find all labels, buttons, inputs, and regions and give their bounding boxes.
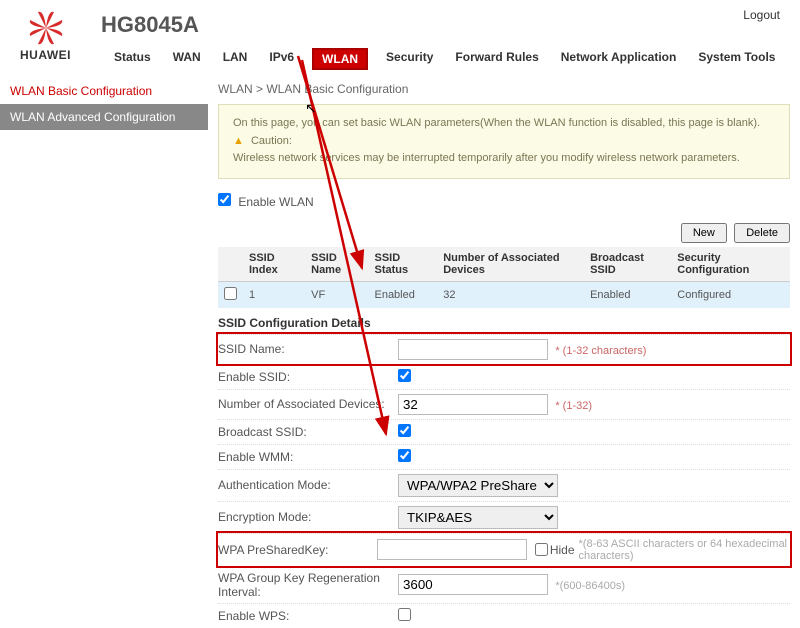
sidebar-wlan-advanced[interactable]: WLAN Advanced Configuration	[0, 104, 208, 130]
col-assoc-devices: Number of Associated Devices	[437, 247, 584, 282]
enable-wps-label: Enable WPS:	[218, 609, 398, 623]
cursor-icon: ↖	[305, 100, 317, 117]
warning-icon: ▲	[233, 135, 244, 147]
cell-security: Configured	[671, 281, 790, 308]
col-select	[218, 247, 243, 282]
new-button[interactable]: New	[681, 223, 727, 243]
table-row[interactable]: 1 VF Enabled 32 Enabled Configured	[218, 281, 790, 308]
wpa-psk-label: WPA PreSharedKey:	[218, 543, 377, 557]
logout-link[interactable]: Logout	[743, 8, 780, 22]
wpa-regen-hint: *(600-86400s)	[555, 580, 625, 592]
enable-wlan-label: Enable WLAN	[238, 195, 313, 209]
enable-ssid-checkbox[interactable]	[398, 369, 411, 382]
assoc-hint: * (1-32)	[555, 400, 592, 412]
enable-wlan-checkbox[interactable]	[218, 193, 231, 206]
delete-button[interactable]: Delete	[734, 223, 790, 243]
cell-broadcast: Enabled	[584, 281, 671, 308]
enable-ssid-label: Enable SSID:	[218, 370, 398, 384]
enc-mode-label: Encryption Mode:	[218, 510, 398, 524]
row-select-checkbox[interactable]	[224, 287, 237, 300]
cell-ssid-index: 1	[243, 281, 305, 308]
col-security-config: Security Configuration	[671, 247, 790, 282]
note-line1: On this page, you can set basic WLAN par…	[233, 115, 775, 133]
ssid-name-input[interactable]	[398, 339, 548, 360]
hide-label: Hide	[550, 543, 575, 557]
cell-ssid-name: VF	[305, 281, 368, 308]
col-ssid-index: SSID Index	[243, 247, 305, 282]
ssid-name-hint: * (1-32 characters)	[555, 345, 646, 357]
device-model: HG8045A	[101, 12, 199, 38]
auth-mode-label: Authentication Mode:	[218, 478, 398, 492]
auth-mode-select[interactable]: WPA/WPA2 PreSharedKey	[398, 474, 558, 497]
wpa-regen-label: WPA Group Key Regeneration Interval:	[218, 571, 398, 599]
breadcrumb: WLAN > WLAN Basic Configuration	[218, 78, 790, 104]
wpa-psk-input[interactable]	[377, 539, 527, 560]
caution-box: On this page, you can set basic WLAN par…	[218, 104, 790, 179]
caution-label: Caution:	[251, 135, 292, 147]
cell-ssid-status: Enabled	[368, 281, 437, 308]
ssid-table: SSID Index SSID Name SSID Status Number …	[218, 247, 790, 308]
wpa-regen-input[interactable]	[398, 574, 548, 595]
broadcast-ssid-checkbox[interactable]	[398, 424, 411, 437]
assoc-devices-input[interactable]	[398, 394, 548, 415]
broadcast-ssid-label: Broadcast SSID:	[218, 425, 398, 439]
enable-wmm-checkbox[interactable]	[398, 449, 411, 462]
note-line2: Wireless network services may be interru…	[233, 150, 775, 168]
sidebar-wlan-basic[interactable]: WLAN Basic Configuration	[0, 78, 208, 104]
assoc-devices-label: Number of Associated Devices:	[218, 397, 398, 411]
enable-wps-checkbox[interactable]	[398, 608, 411, 621]
col-ssid-name: SSID Name	[305, 247, 368, 282]
vendor-name: HUAWEI	[20, 48, 71, 62]
enc-mode-select[interactable]: TKIP&AES	[398, 506, 558, 529]
ssid-name-label: SSID Name:	[218, 342, 398, 356]
ssid-details-title: SSID Configuration Details	[218, 316, 790, 330]
enable-wmm-label: Enable WMM:	[218, 450, 398, 464]
hide-checkbox[interactable]	[535, 543, 548, 556]
huawei-logo-icon	[26, 8, 66, 48]
col-broadcast-ssid: Broadcast SSID	[584, 247, 671, 282]
cell-assoc: 32	[437, 281, 584, 308]
col-ssid-status: SSID Status	[368, 247, 437, 282]
wpa-psk-hint: *(8-63 ASCII characters or 64 hexadecima…	[579, 538, 790, 562]
